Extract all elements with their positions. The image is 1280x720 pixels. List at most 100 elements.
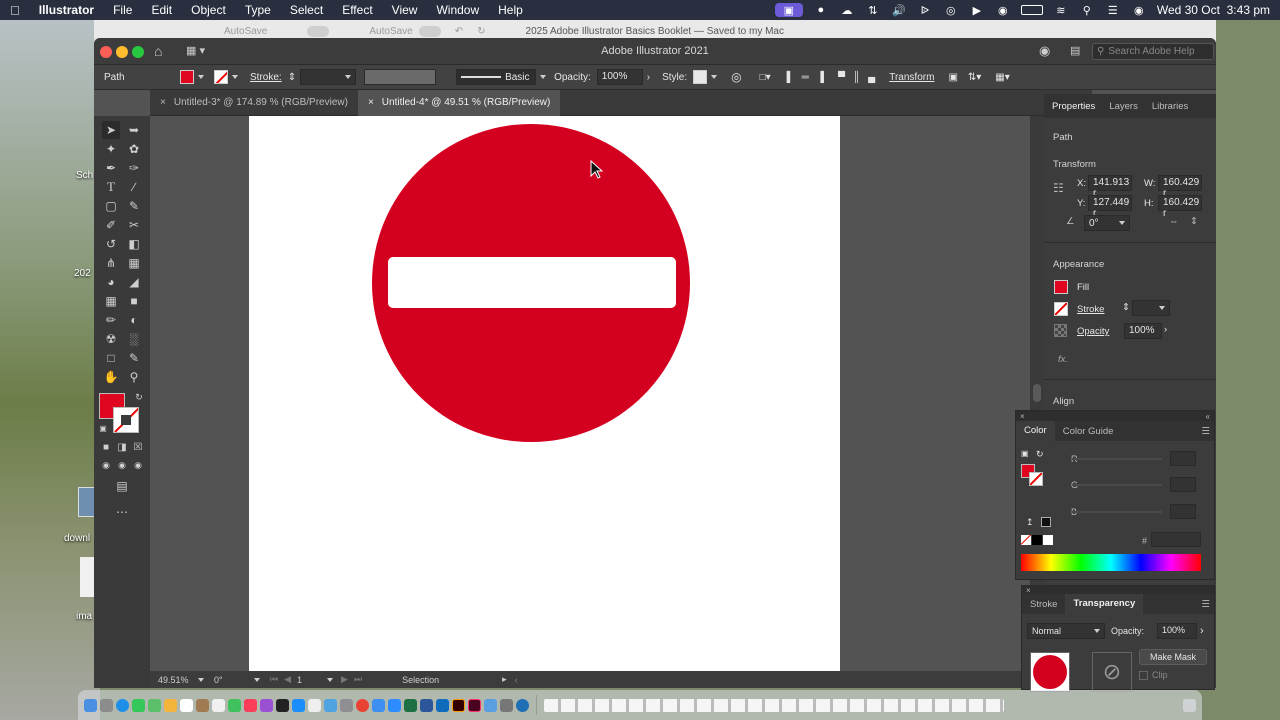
app-store-icon[interactable] [292,698,305,712]
notes-icon[interactable] [196,698,209,712]
spotlight-search-icon[interactable]: ⚲ [1079,3,1095,17]
chevron-right-icon[interactable]: › [1200,625,1204,637]
flip-horizontal-icon[interactable]: ⇔ [1169,216,1179,227]
transform-link[interactable]: Transform [889,72,934,83]
rectangle-tool-icon[interactable]: ▢ [102,197,120,215]
zoom-app-icon[interactable] [388,698,401,712]
messages-icon[interactable] [132,698,145,712]
last-artboard-icon[interactable]: ⏭ [354,674,362,685]
line-tool-icon[interactable]: ∕ [125,178,143,196]
graphic-style-swatch[interactable] [693,70,708,84]
eyedropper-tool-icon[interactable]: ✏ [102,311,120,329]
black-swatch[interactable] [1032,535,1042,545]
redo-icon[interactable]: ↻ [477,26,485,37]
rotate-tool-icon[interactable]: ↺ [102,235,120,253]
siri-icon[interactable]: ◉ [1131,3,1147,17]
reference-point-icon[interactable]: ☷ [1053,181,1064,195]
chrome-icon[interactable] [356,698,369,712]
tab-untitled-4[interactable]: × Untitled-4* @ 49.51 % (RGB/Preview) [357,89,561,116]
desktop-item-label[interactable]: Sch [76,170,93,181]
word-icon[interactable] [420,698,433,712]
chevron-right-icon[interactable]: › [647,72,650,83]
draw-inside-icon[interactable]: ◉ [129,456,147,474]
finder-icon[interactable] [84,698,97,712]
zoom-tool-icon[interactable]: ⚲ [125,368,143,386]
out-of-gamut-icon[interactable]: ↥ [1026,517,1034,528]
paintbrush-tool-icon[interactable]: ✎ [125,197,143,215]
shape-builder-tool-icon[interactable]: ◕ [102,273,120,291]
scissors-tool-icon[interactable]: ✂ [125,216,143,234]
x-field[interactable]: 141.913 r [1088,175,1132,199]
rotate-field[interactable]: 0° [1084,215,1130,231]
chevron-down-icon[interactable] [327,677,334,682]
creative-cloud-icon[interactable]: ☁ [839,3,855,17]
w-field[interactable]: 160.429 r [1158,175,1202,199]
volume-icon[interactable]: 🔊 [891,3,907,17]
quicktime-icon[interactable] [516,698,529,712]
align-right-icon[interactable]: ▐ [817,72,824,83]
no-entry-sign-bar[interactable] [388,257,676,308]
wifi-icon[interactable]: ≋ [1053,3,1069,17]
align-vcenter-icon[interactable]: ║ [853,72,860,83]
control-center-icon[interactable]: ☰ [1105,3,1121,17]
variable-width-profile[interactable] [364,69,437,85]
stroke-swatch[interactable] [1029,472,1043,486]
illustrator-icon[interactable] [452,698,465,712]
align-hcenter-icon[interactable]: ═ [802,72,809,83]
artboard-tool-icon[interactable]: □ [102,349,120,367]
align-bottom-icon[interactable]: ▄ [868,72,875,83]
close-icon[interactable]: × [368,97,374,108]
chevron-right-icon[interactable]: › [1164,324,1167,335]
g-field[interactable] [1170,477,1196,492]
menu-file[interactable]: File [113,3,132,17]
tab-stroke[interactable]: Stroke [1022,595,1065,614]
swap-colors-icon[interactable]: ↻ [1036,449,1044,460]
panel-menu-icon[interactable]: ☰ [1201,426,1210,437]
white-swatch[interactable] [1043,535,1053,545]
preview-icon[interactable] [324,698,337,712]
recolor-artwork-icon[interactable]: ◎ [731,70,741,84]
screen-mode-icon[interactable]: ▤ [113,477,131,495]
slice-tool-icon[interactable]: ✎ [125,349,143,367]
close-icon[interactable]: × [160,97,166,108]
scale-tool-icon[interactable]: ◧ [125,235,143,253]
appearance-stroke-label[interactable]: Stroke [1077,304,1104,315]
chevron-left-icon[interactable]: ‹ [515,675,518,685]
opacity-field[interactable]: 100% [1157,623,1197,639]
hex-field[interactable] [1151,532,1201,547]
bluetooth-icon[interactable]: ᐉ [917,3,933,17]
facetime-icon[interactable] [228,698,241,712]
menu-object[interactable]: Object [191,3,226,17]
appearance-fill-swatch[interactable] [1054,280,1068,294]
flip-vertical-icon[interactable]: ⇕ [1190,216,1198,227]
chevron-down-icon[interactable] [198,75,204,79]
appearance-opacity-field[interactable]: 100% [1124,323,1162,339]
recent-document-icon[interactable] [544,698,1004,712]
default-colors-icon[interactable]: ▣ [1021,449,1029,458]
r-field[interactable] [1170,451,1196,466]
tv-icon[interactable] [276,698,289,712]
y-field[interactable]: 127.449 r [1088,195,1132,219]
lasso-tool-icon[interactable]: ✿ [125,140,143,158]
finder-window-icon[interactable] [484,698,497,712]
desktop-item-label[interactable]: ima [76,611,92,622]
align-top-icon[interactable]: ▀ [838,72,845,83]
desktop-item-label[interactable]: 202 [74,268,91,279]
launchpad-icon[interactable] [100,698,113,712]
zoom-level[interactable]: 49.51% [158,675,198,685]
g-slider[interactable] [1072,484,1162,486]
b-slider[interactable] [1072,511,1162,513]
indesign-icon[interactable] [468,698,481,712]
mask-thumbnail[interactable]: ⊘ [1092,652,1132,692]
tab-untitled-3[interactable]: × Untitled-3* @ 174.89 % (RGB/Preview) [150,90,358,116]
mail-icon[interactable] [372,698,385,712]
maps-icon[interactable] [148,698,161,712]
width-tool-icon[interactable]: ⋔ [102,254,120,272]
stroke-none-swatch[interactable] [214,70,228,84]
scrollbar-thumb[interactable] [1033,384,1041,402]
tab-libraries[interactable]: Libraries [1152,101,1188,112]
opacity-field[interactable]: 100% [596,69,643,85]
mesh-tool-icon[interactable]: ▦ [102,292,120,310]
canvas-area[interactable] [150,116,1030,671]
selection-tool-icon[interactable]: ➤ [102,121,120,139]
